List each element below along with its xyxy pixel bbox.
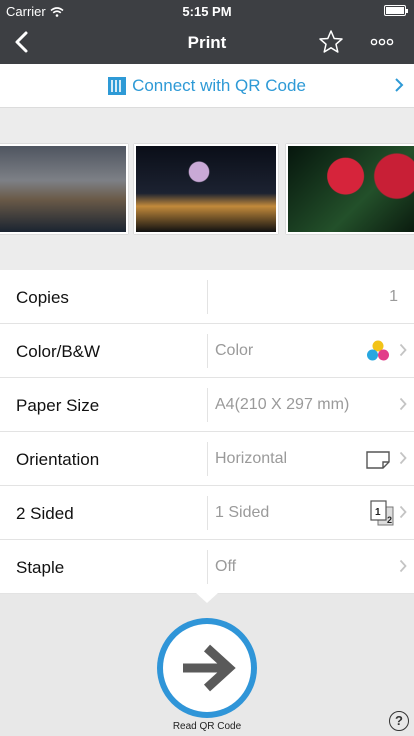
photo-thumbnail-harbor[interactable] [0,144,128,234]
copies-row[interactable]: Copies 1 [0,270,414,324]
bottom-action-area: Read QR Code ? [0,593,414,736]
chevron-right-icon [399,451,407,465]
staple-label: Staple [16,558,65,577]
battery-icon [384,5,408,16]
chevron-right-icon [399,397,407,411]
paper-size-value: A4(210 X 297 mm) [215,396,350,413]
duplex-icon-number-2: 2 [387,515,392,525]
button-face [163,624,251,712]
duplex-icon-number-1: 1 [375,507,381,518]
help-icon[interactable]: ? [389,711,409,731]
pointer-notch [196,593,218,603]
divider [207,442,208,476]
two-sided-label: 2 Sided [16,504,74,523]
color-ink-icon [367,340,389,361]
staple-row[interactable]: Staple Off [0,540,414,594]
chevron-right-icon [399,343,407,357]
photo-strip[interactable] [0,108,414,270]
copies-label: Copies [16,288,69,307]
paper-size-label: Paper Size [16,396,100,415]
print-settings-list: Copies 1 Color/B&W Color Paper Size A4(2… [0,270,414,594]
divider [207,496,208,530]
orientation-value: Horizontal [215,450,288,467]
two-sided-row[interactable]: 2 Sided 1 Sided 1 2 [0,486,414,540]
divider [207,388,208,422]
page-title: Print [187,33,227,52]
read-qr-code-button[interactable] [157,618,257,718]
star-icon[interactable] [318,29,344,55]
arrow-right-icon [183,644,236,692]
photo-thumbnail-ferris-wheel[interactable] [134,144,278,234]
connect-qr-label: Connect with QR Code [132,75,306,95]
chevron-right-icon [399,505,407,519]
connect-qr-button[interactable]: Connect with QR Code [0,64,414,108]
divider [207,550,208,584]
divider [207,334,208,368]
divider [207,280,208,314]
qr-code-icon [108,76,127,95]
status-time: 5:15 PM [182,4,232,19]
chevron-right-icon [395,78,404,92]
read-qr-code-label: Read QR Code [172,721,242,732]
photo-thumbnail-red-flowers[interactable] [286,144,414,234]
color-row[interactable]: Color/B&W Color [0,324,414,378]
paper-size-row[interactable]: Paper Size A4(210 X 297 mm) [0,378,414,432]
landscape-page-icon [366,451,390,469]
orientation-label: Orientation [16,450,100,469]
two-sided-value: 1 Sided [215,504,270,521]
color-value: Color [215,342,254,359]
duplex-pages-icon: 1 2 [370,500,394,526]
orientation-row[interactable]: Orientation Horizontal [0,432,414,486]
status-bar: Carrier 5:15 PM [0,0,414,22]
staple-value: Off [215,558,237,575]
more-dots-icon[interactable] [370,38,394,46]
top-bar: Carrier 5:15 PM Print [0,0,414,64]
chevron-right-icon [399,559,407,573]
color-label: Color/B&W [16,342,101,361]
copies-value: 1 [389,288,398,305]
